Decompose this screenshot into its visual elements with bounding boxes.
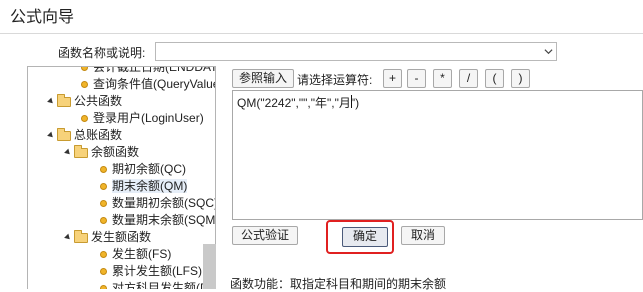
tree-item[interactable]: 会计截止日期(ENDDATE): [81, 67, 215, 76]
folder-icon: [74, 144, 88, 158]
tree-item[interactable]: 发生额(FS): [100, 246, 171, 263]
text-caret: [351, 95, 352, 108]
tree-item[interactable]: 对方科目发生额(DFS): [100, 280, 215, 289]
tree-item[interactable]: 数量期初余额(SQC): [100, 195, 215, 212]
operator-label: 请选择运算符:: [297, 73, 373, 87]
operator-left-paren-button[interactable]: (: [485, 69, 504, 88]
leaf-icon: [81, 115, 88, 123]
tree-folder[interactable]: 总账函数: [47, 127, 122, 144]
ok-button[interactable]: 确定: [342, 227, 388, 247]
cancel-button[interactable]: 取消: [401, 226, 445, 245]
leaf-icon: [100, 217, 107, 225]
operator-plus-button[interactable]: +: [383, 69, 402, 88]
function-description: 函数功能：取指定科目和期间的期末余额: [230, 277, 447, 291]
leaf-icon: [100, 285, 107, 289]
operator-divide-button[interactable]: /: [459, 69, 478, 88]
folder-icon: [57, 127, 71, 141]
folder-icon: [57, 93, 71, 107]
expand-arrow-icon[interactable]: [47, 131, 55, 140]
expand-arrow-icon[interactable]: [64, 148, 72, 157]
tree-item[interactable]: 查询条件值(QueryValue): [81, 76, 215, 93]
tree-item-selected[interactable]: 期末余额(QM): [100, 178, 188, 195]
function-select-label: 函数名称或说明:: [58, 46, 146, 60]
chevron-down-icon[interactable]: [544, 47, 553, 56]
leaf-icon: [81, 81, 88, 89]
expand-arrow-icon[interactable]: [47, 97, 55, 106]
folder-icon: [74, 229, 88, 243]
leaf-icon: [100, 251, 107, 259]
function-select[interactable]: [155, 42, 557, 61]
leaf-icon: [100, 166, 107, 174]
tree-item[interactable]: 累计发生额(LFS): [100, 263, 202, 280]
reference-input-button[interactable]: 参照输入: [232, 69, 294, 88]
tree-folder[interactable]: 余额函数: [64, 144, 139, 161]
tree-folder[interactable]: 公共函数: [47, 93, 122, 110]
tree-item[interactable]: 登录用户(LoginUser): [81, 110, 204, 127]
title-divider: [0, 33, 643, 34]
window-title: 公式向导: [10, 9, 75, 26]
tree-folder[interactable]: 发生额函数: [64, 229, 151, 246]
operator-right-paren-button[interactable]: ): [511, 69, 530, 88]
formula-text: QM("2242","","年","月"): [237, 96, 360, 110]
leaf-icon: [100, 183, 107, 191]
leaf-icon: [81, 67, 88, 72]
formula-editor[interactable]: QM("2242","","年","月"): [232, 90, 643, 220]
tree-scrollbar-thumb[interactable]: [203, 244, 216, 289]
tree-item[interactable]: 数量期末余额(SQM): [100, 212, 215, 229]
function-tree[interactable]: 会计截止日期(ENDDATE) 查询条件值(QueryValue) 公共函数 登…: [27, 66, 216, 289]
operator-multiply-button[interactable]: *: [433, 69, 452, 88]
leaf-icon: [100, 268, 107, 276]
validate-formula-button[interactable]: 公式验证: [232, 226, 298, 245]
tree-item[interactable]: 期初余额(QC): [100, 161, 186, 178]
leaf-icon: [100, 200, 107, 208]
operator-minus-button[interactable]: -: [407, 69, 426, 88]
expand-arrow-icon[interactable]: [64, 233, 72, 242]
